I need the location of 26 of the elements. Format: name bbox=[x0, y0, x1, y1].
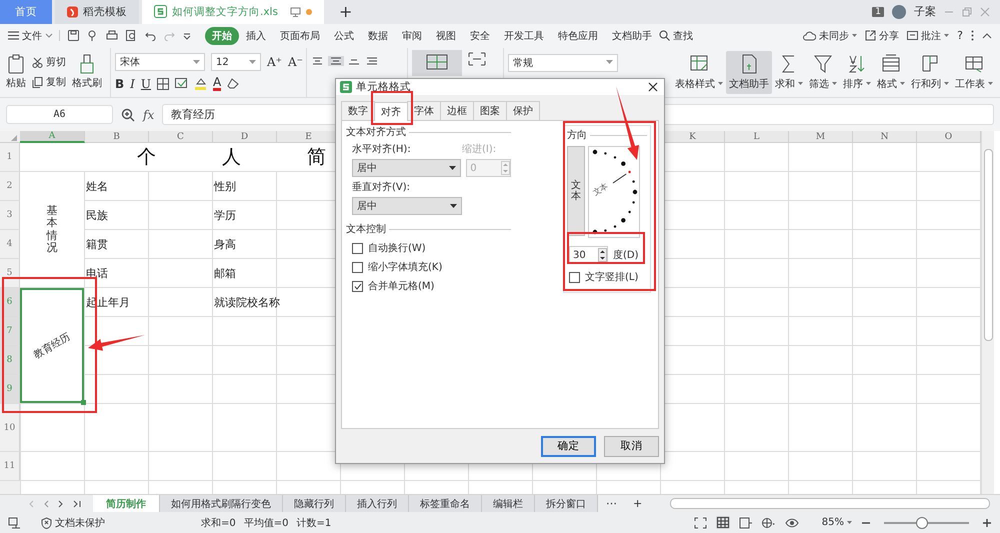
indent-spinner: 0 bbox=[466, 159, 511, 177]
field-label: 度(D) bbox=[613, 248, 639, 262]
status-text: 平均值=0 bbox=[244, 516, 288, 530]
dialog-title: 单元格格式 bbox=[356, 80, 411, 94]
field-label: 垂直对齐(V): bbox=[352, 180, 412, 194]
table-cell-text: 性别 bbox=[213, 179, 236, 196]
field-label: 水平对齐(H): bbox=[352, 142, 412, 156]
table-cell-text: 籍贯 bbox=[85, 237, 108, 254]
field-label: 缩进(I): bbox=[462, 142, 496, 156]
table-cell-text: 民族 bbox=[85, 208, 108, 224]
table-cell-text: 姓名 bbox=[85, 179, 108, 196]
group-heading: 方向 bbox=[567, 128, 647, 142]
group-heading: 文本控制 bbox=[346, 222, 511, 236]
cell-text: 基本情况 bbox=[46, 205, 58, 254]
table-cell-text: 学历 bbox=[213, 208, 236, 224]
group-heading: 文本对齐方式 bbox=[346, 125, 511, 139]
dial-text: 文本 bbox=[591, 182, 610, 198]
cell-text: 教育经历 bbox=[31, 330, 73, 362]
table-cell-text: 身高 bbox=[213, 237, 236, 254]
title-character: 简 bbox=[307, 145, 326, 170]
status-text: 求和=0 bbox=[201, 516, 236, 530]
status-text: 计数=1 bbox=[296, 516, 332, 530]
table-cell-text: 邮箱 bbox=[213, 266, 236, 282]
title-character: 个 bbox=[137, 145, 156, 170]
table-cell-text: 就读院校名称 bbox=[213, 295, 280, 312]
title-character: 人 bbox=[222, 145, 241, 170]
